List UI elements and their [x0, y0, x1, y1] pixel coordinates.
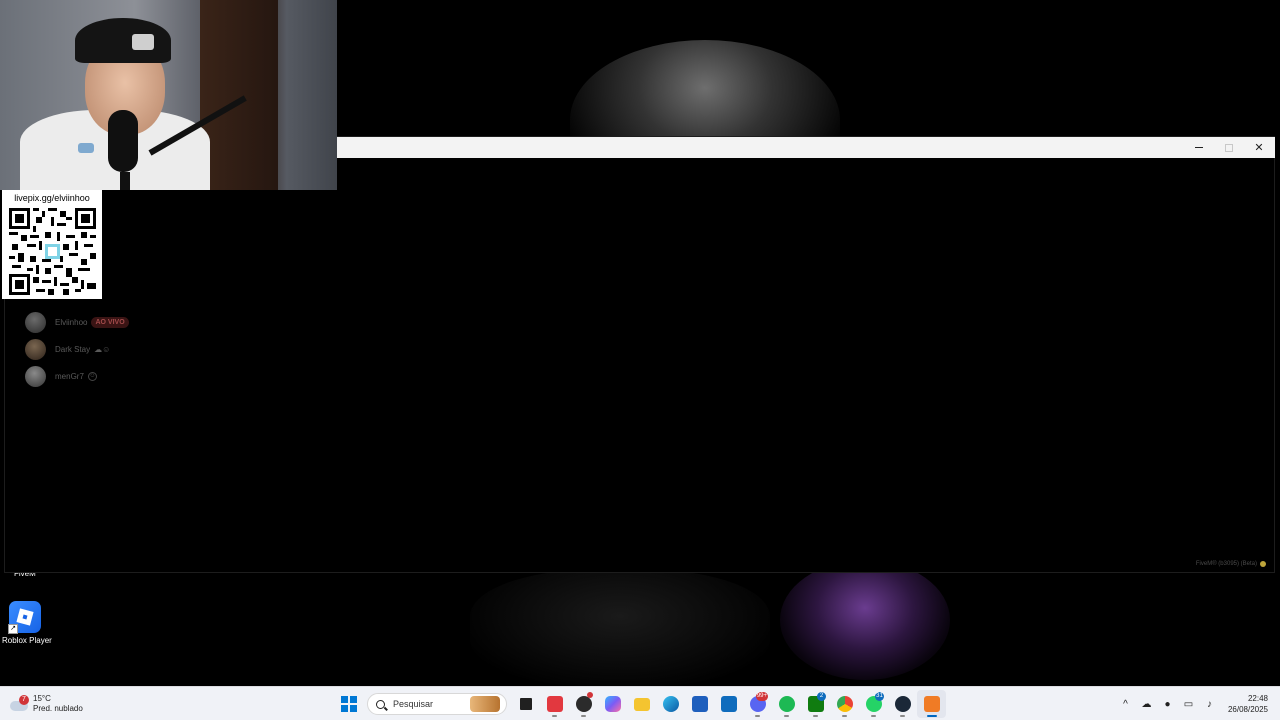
display-icon[interactable]: ▭ [1178, 687, 1199, 720]
clock-date: 26/08/2025 [1227, 705, 1268, 714]
shirt-logo [78, 143, 94, 153]
donation-label: livepix.gg/elviinhoo [14, 193, 90, 203]
speaker-icon[interactable]: ♪ [1199, 687, 1220, 720]
server-suffix: ☺ [87, 371, 97, 381]
minimize-button[interactable] [1184, 137, 1214, 158]
weather-temperature: 15°C [33, 694, 51, 703]
clock-time: 22:48 [1247, 694, 1268, 703]
steam-icon[interactable] [888, 690, 917, 718]
avatar [25, 365, 46, 387]
onedrive-icon[interactable]: ☁ [1136, 687, 1157, 720]
anydesk-icon[interactable] [540, 690, 569, 718]
weather-badge: 7 [19, 695, 29, 705]
window-titlebar[interactable]: ✕ [337, 137, 1275, 158]
version-text: FiveM® (b3095) (Beta) [1195, 561, 1257, 567]
server-name: Dark Stay [55, 344, 91, 354]
search-placeholder: Pesquisar [393, 699, 434, 709]
system-tray: ^ ☁ ● ▭ ♪ 22:48 26/08/2025 [1115, 687, 1280, 720]
roblox-icon[interactable]: ↗ [8, 601, 41, 634]
folder-icon[interactable] [627, 690, 656, 718]
obs-icon[interactable] [569, 690, 598, 718]
smile-icon [1260, 561, 1266, 567]
chrome-icon[interactable] [830, 690, 859, 718]
webcam-person-cap [75, 18, 171, 63]
avatar [25, 311, 46, 333]
close-button[interactable]: ✕ [1244, 137, 1274, 158]
outlook-icon[interactable] [714, 690, 743, 718]
chevron-up-icon[interactable]: ^ [1115, 687, 1136, 720]
server-name: Elviinhoo [55, 317, 88, 327]
server-list: Elviinhoo AO VIVO Dark Stay ☁☺ menGr7 ☺ [25, 309, 129, 390]
wallpaper-shade [470, 570, 770, 686]
store-icon[interactable] [685, 690, 714, 718]
qr-code-icon [9, 208, 96, 295]
search-input[interactable]: Pesquisar [367, 693, 507, 715]
xbox-icon[interactable]: 2 [801, 690, 830, 718]
server-item-mengr7[interactable]: menGr7 ☺ [25, 363, 129, 389]
maximize-button[interactable] [1214, 137, 1244, 158]
taskbar: 7 15°C Pred. nublado Pesquisar 99+ 2 31 [0, 686, 1280, 720]
discord-icon[interactable]: 99+ [743, 690, 772, 718]
weather-widget[interactable]: 7 15°C Pred. nublado [10, 691, 83, 717]
webcam-background-door [200, 0, 278, 190]
copilot-icon[interactable] [598, 690, 627, 718]
search-highlight-icon [470, 696, 500, 712]
search-icon [376, 699, 385, 709]
microphone-icon[interactable]: ● [1157, 687, 1178, 720]
spotify-icon[interactable] [772, 690, 801, 718]
fivem-icon[interactable] [917, 690, 946, 718]
taskbar-apps: Pesquisar 99+ 2 31 [334, 690, 946, 718]
version-label: FiveM® (b3095) (Beta) [1196, 561, 1266, 567]
microphone-icon [108, 110, 138, 172]
cloud-icon: 7 [10, 695, 29, 711]
clock[interactable]: 22:48 26/08/2025 [1220, 693, 1280, 715]
xbox-badge: 2 [817, 692, 826, 701]
server-name: menGr7 [55, 371, 84, 381]
webcam-overlay [0, 0, 337, 190]
server-item-dark-stay[interactable]: Dark Stay ☁☺ [25, 336, 129, 362]
donation-qr-overlay: livepix.gg/elviinhoo [2, 190, 102, 299]
windows-start-icon[interactable] [334, 690, 363, 718]
server-suffix: ☁☺ [94, 344, 111, 354]
desktop-icon-roblox-label[interactable]: Roblox Player [2, 636, 52, 645]
wallpaper-face [780, 560, 950, 680]
whatsapp-badge: 31 [875, 692, 884, 701]
avatar [25, 338, 46, 360]
whatsapp-icon[interactable]: 31 [859, 690, 888, 718]
task-view-icon[interactable] [511, 690, 540, 718]
fivem-window[interactable]: ✕ Elviinhoo AO VIVO Dark Stay ☁☺ menGr7 … [4, 136, 1275, 573]
weather-condition: Pred. nublado [33, 704, 83, 713]
server-item-elviinhoo[interactable]: Elviinhoo AO VIVO [25, 309, 129, 335]
mic-arm-base [120, 172, 130, 190]
cap-logo [132, 34, 154, 50]
discord-badge: 99+ [755, 692, 768, 701]
edge-icon[interactable] [656, 690, 685, 718]
live-badge: AO VIVO [91, 316, 129, 328]
